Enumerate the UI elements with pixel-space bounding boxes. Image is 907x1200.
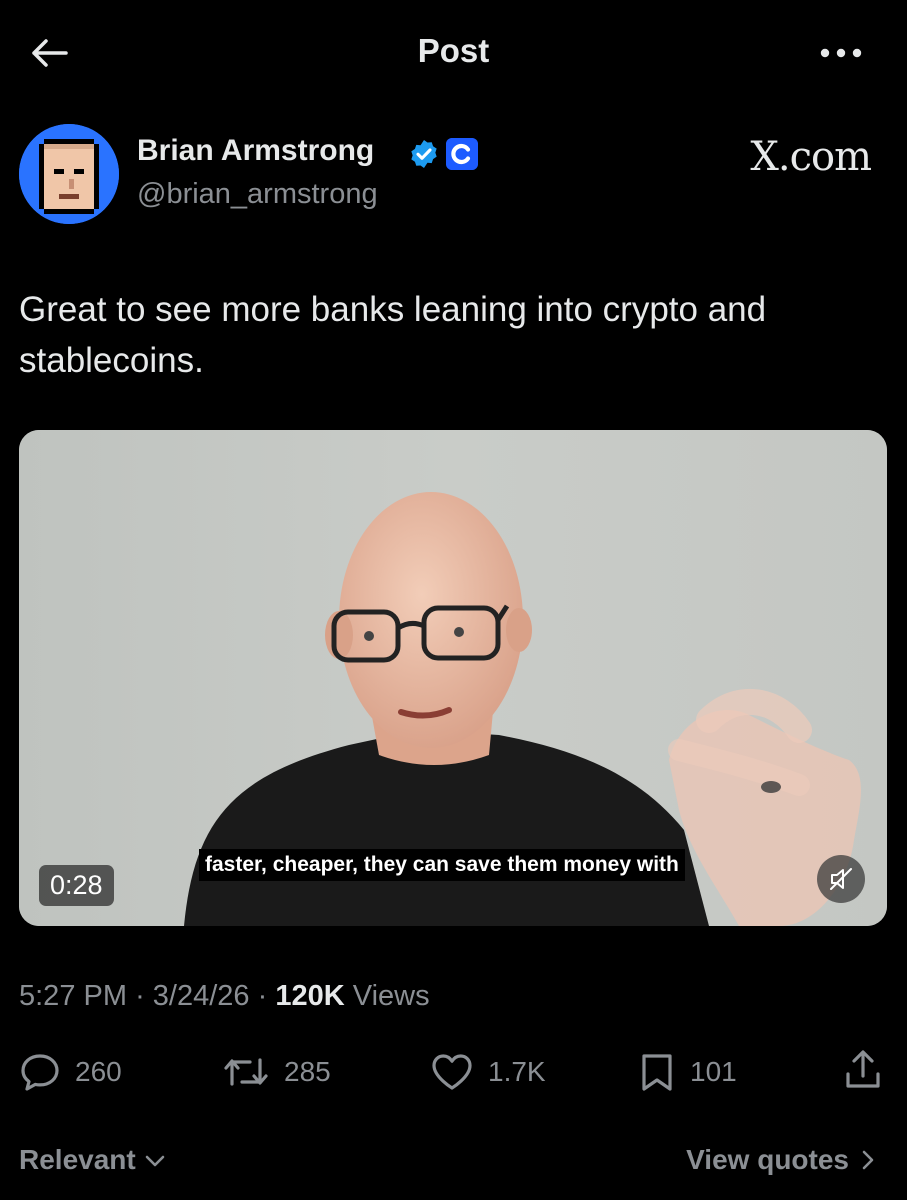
meta-separator: · — [257, 980, 268, 1012]
ellipsis-icon — [820, 48, 862, 58]
video-caption: faster, cheaper, they can save them mone… — [199, 849, 685, 881]
more-options-button[interactable] — [808, 30, 874, 76]
mute-button[interactable] — [817, 855, 865, 903]
share-button[interactable] — [843, 1048, 883, 1092]
bookmark-button[interactable]: 101 — [638, 1050, 737, 1094]
like-button[interactable]: 1.7K — [430, 1050, 546, 1094]
avatar[interactable] — [19, 124, 119, 224]
verified-badge-icon — [411, 140, 437, 168]
source-watermark: X.com — [750, 134, 872, 180]
reply-button[interactable]: 260 — [19, 1050, 122, 1094]
sort-label: Relevant — [19, 1144, 136, 1175]
chevron-down-icon — [145, 1155, 165, 1167]
video-player[interactable]: 0:28 faster, cheaper, they can save them… — [19, 430, 887, 926]
post-text: Great to see more banks leaning into cry… — [19, 290, 767, 380]
share-icon — [846, 1050, 880, 1088]
coinbase-logo-icon — [446, 138, 478, 170]
view-quotes-link[interactable]: View quotes — [686, 1144, 879, 1176]
reply-count: 260 — [75, 1056, 122, 1087]
bookmark-count: 101 — [690, 1056, 737, 1087]
pixel-avatar-icon — [19, 124, 119, 224]
post-time: 5:27 PM — [19, 980, 127, 1012]
post-meta: 5:27 PM · 3/24/26 · 120K Views — [19, 980, 430, 1013]
author-name[interactable]: Brian Armstrong — [137, 134, 374, 168]
reply-sort-dropdown[interactable]: Relevant — [19, 1144, 168, 1176]
meta-separator: · — [135, 980, 145, 1012]
views-label: Views — [352, 980, 430, 1012]
repost-button[interactable]: 285 — [222, 1050, 331, 1094]
like-count: 1.7K — [488, 1056, 546, 1087]
reply-icon — [21, 1054, 59, 1091]
views-count: 120K — [275, 980, 345, 1012]
repost-count: 285 — [284, 1056, 331, 1087]
chevron-right-icon — [862, 1150, 874, 1170]
page-title: Post — [417, 32, 490, 69]
author-handle[interactable]: @brian_armstrong — [137, 178, 378, 211]
speaker-muted-icon — [830, 868, 852, 890]
heart-icon — [432, 1054, 472, 1090]
bookmark-icon — [642, 1054, 672, 1091]
repost-icon — [224, 1058, 268, 1086]
post-date: 3/24/26 — [152, 980, 250, 1012]
view-quotes-label: View quotes — [686, 1144, 849, 1175]
video-duration: 0:28 — [39, 865, 114, 906]
